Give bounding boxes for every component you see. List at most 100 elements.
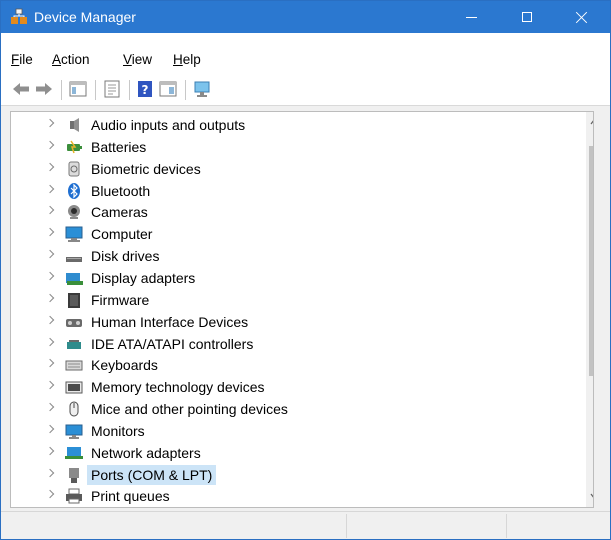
computer-icon <box>65 226 83 243</box>
expand-chevron-icon[interactable] <box>45 359 55 368</box>
tree-item-label: Monitors <box>91 422 145 439</box>
tree-item[interactable]: Audio inputs and outputs <box>11 114 591 136</box>
tree-item-label: Ports (COM & LPT) <box>87 464 217 485</box>
tree-item[interactable]: Bluetooth <box>11 180 591 202</box>
tree-item-label: Biometric devices <box>91 160 201 177</box>
expand-chevron-icon[interactable] <box>45 337 55 346</box>
minimize-icon <box>465 16 477 18</box>
expand-chevron-icon[interactable] <box>45 446 55 455</box>
menu-action[interactable]: Action <box>52 52 90 67</box>
status-bar <box>1 511 610 539</box>
printer-icon <box>66 488 82 504</box>
expand-chevron-icon[interactable] <box>45 249 55 259</box>
scroll-up-icon[interactable] <box>590 118 594 126</box>
back-arrow-icon[interactable] <box>11 80 31 98</box>
show-hide-console-tree-icon[interactable] <box>68 80 88 98</box>
properties-icon[interactable] <box>102 80 122 98</box>
tree-item[interactable]: Keyboards <box>11 354 591 376</box>
tree-item-label: Network adapters <box>91 444 201 461</box>
display-adapter-icon <box>66 272 83 285</box>
tree-item[interactable]: Computer <box>11 223 591 245</box>
expand-chevron-icon[interactable] <box>45 490 55 499</box>
expand-chevron-icon[interactable] <box>45 315 55 324</box>
menu-file[interactable]: File <box>11 52 33 67</box>
toolbar: ? <box>1 75 610 106</box>
tree-item[interactable]: Human Interface Devices <box>11 311 591 333</box>
tree-item[interactable]: Network adapters <box>11 442 591 464</box>
close-button[interactable] <box>558 1 604 33</box>
tree-item[interactable]: IDE ATA/ATAPI controllers <box>11 333 591 355</box>
expand-chevron-icon[interactable] <box>45 118 55 128</box>
minimize-button[interactable] <box>448 1 494 33</box>
expand-chevron-icon[interactable] <box>45 206 55 215</box>
fingerprint-icon <box>68 161 80 177</box>
close-icon <box>575 11 588 24</box>
expand-chevron-icon[interactable] <box>45 271 55 281</box>
forward-arrow-icon[interactable] <box>34 80 54 98</box>
tree-item-label: Bluetooth <box>91 182 151 199</box>
device-tree[interactable]: Audio inputs and outputs Batteries Biometr… <box>10 111 594 508</box>
scroll-down-icon[interactable] <box>590 492 594 500</box>
battery-icon <box>67 140 82 154</box>
tree-item[interactable]: Monitors <box>11 420 591 442</box>
vertical-scrollbar[interactable] <box>586 112 594 507</box>
ide-controller-icon <box>67 339 81 349</box>
network-adapter-icon <box>65 446 83 459</box>
tree-item-label: Batteries <box>91 138 147 155</box>
tree-item-partial[interactable] <box>11 507 591 508</box>
toolbar-separator <box>129 80 130 100</box>
scrollbar-thumb[interactable] <box>589 146 593 376</box>
tree-item[interactable]: Biometric devices <box>11 158 591 180</box>
tree-item-label: Firmware <box>91 291 150 308</box>
action-pane-icon[interactable] <box>158 80 178 98</box>
tree-item-label: Print queues <box>91 488 170 505</box>
tree-item[interactable]: Memory technology devices <box>11 376 591 398</box>
bluetooth-icon <box>68 182 80 199</box>
tree-item[interactable]: Cameras <box>11 201 591 223</box>
expand-chevron-icon[interactable] <box>45 424 55 434</box>
status-pane-divider <box>346 514 347 538</box>
status-pane-divider <box>506 514 507 538</box>
tree-item[interactable]: Print queues <box>11 485 591 507</box>
expand-chevron-icon[interactable] <box>45 293 55 303</box>
tree-item[interactable]: Batteries <box>11 136 591 158</box>
tree-item[interactable]: Ports (COM & LPT) <box>11 464 591 486</box>
window-title: Device Manager <box>34 9 136 25</box>
menu-view[interactable]: View <box>123 52 152 67</box>
expand-chevron-icon[interactable] <box>45 184 55 193</box>
camera-icon <box>68 205 80 220</box>
menu-help[interactable]: Help <box>173 52 201 67</box>
expand-chevron-icon[interactable] <box>45 380 55 390</box>
expand-chevron-icon[interactable] <box>45 402 55 412</box>
keyboard-icon <box>65 360 83 371</box>
expand-chevron-icon[interactable] <box>45 228 55 237</box>
expand-chevron-icon[interactable] <box>45 140 55 150</box>
monitor-icon <box>65 424 83 439</box>
device-manager-icon <box>11 8 27 24</box>
tree-item-label: Display adapters <box>91 269 196 286</box>
tree-item-label: Audio inputs and outputs <box>91 117 246 133</box>
svg-text:?: ? <box>142 83 149 97</box>
tree-item[interactable]: Firmware <box>11 289 591 311</box>
tree-item[interactable]: Disk drives <box>11 245 591 267</box>
tree-item-label: Cameras <box>91 204 148 221</box>
port-icon <box>69 467 79 483</box>
expand-chevron-icon[interactable] <box>45 162 55 171</box>
toolbar-separator <box>95 80 96 100</box>
tree-item-label: IDE ATA/ATAPI controllers <box>91 335 254 352</box>
tree-item-label: Disk drives <box>91 248 160 265</box>
toolbar-separator <box>61 80 62 100</box>
device-manager-window: Device Manager File Action View Help ? A… <box>0 0 611 540</box>
tree-item-label: Mice and other pointing devices <box>91 401 288 418</box>
expand-chevron-icon[interactable] <box>45 468 55 477</box>
memory-icon <box>65 381 83 394</box>
tree-item[interactable]: Mice and other pointing devices <box>11 398 591 420</box>
maximize-button[interactable] <box>504 1 550 33</box>
tree-item[interactable]: Display adapters <box>11 267 591 289</box>
scan-hardware-icon[interactable] <box>192 80 212 98</box>
mouse-icon <box>69 401 79 417</box>
help-icon[interactable]: ? <box>135 80 155 98</box>
title-bar[interactable]: Device Manager <box>1 1 610 33</box>
firmware-icon <box>68 292 80 308</box>
speaker-icon <box>70 118 79 132</box>
